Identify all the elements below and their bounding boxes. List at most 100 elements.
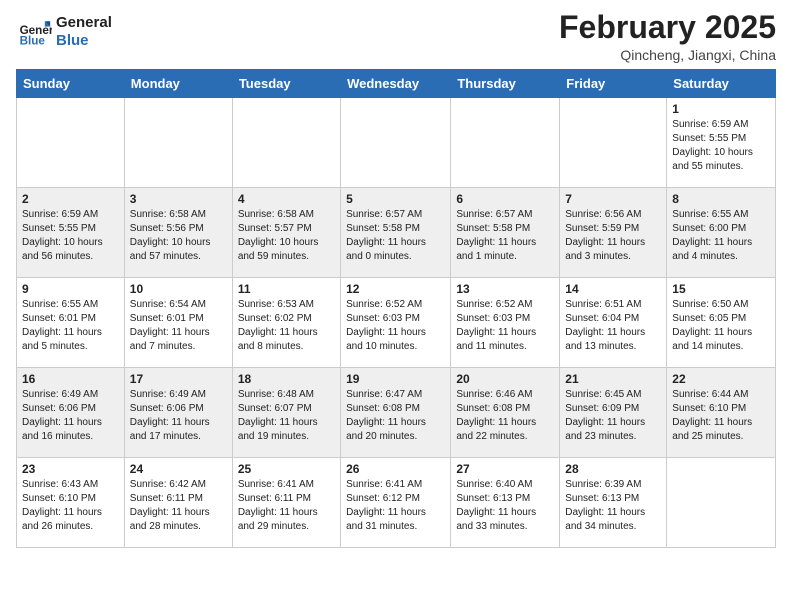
day-info: Sunrise: 6:58 AM Sunset: 5:57 PM Dayligh… [238,208,335,264]
calendar-cell: 23 Sunrise: 6:43 AM Sunset: 6:10 PM Dayli… [17,458,125,548]
day-number: 11 [238,282,335,296]
calendar-cell: 10 Sunrise: 6:54 AM Sunset: 6:01 PM Dayli… [124,278,232,368]
calendar-cell: 13 Sunrise: 6:52 AM Sunset: 6:03 PM Dayli… [451,278,560,368]
header: General Blue General Blue February 2025 … [16,10,776,63]
calendar-cell [124,98,232,188]
svg-text:Blue: Blue [20,35,46,48]
calendar-cell: 14Sunrise: 6:51 AM Sunset: 6:04 PM Dayli… [560,278,667,368]
day-number: 24 [130,462,227,476]
day-number: 5 [346,192,445,206]
weekday-header: Friday [560,70,667,98]
calendar-week-row: 1Sunrise: 6:59 AM Sunset: 5:55 PM Daylig… [17,98,776,188]
weekday-header: Thursday [451,70,560,98]
day-info: Sunrise: 6:49 AM Sunset: 6:06 PM Dayligh… [130,388,227,444]
calendar-cell: 5Sunrise: 6:57 AM Sunset: 5:58 PM Daylig… [341,188,451,278]
calendar-cell: 28 Sunrise: 6:39 AM Sunset: 6:13 PM Dayli… [560,458,667,548]
calendar-cell: 17 Sunrise: 6:49 AM Sunset: 6:06 PM Dayli… [124,368,232,458]
calendar-cell: 26 Sunrise: 6:41 AM Sunset: 6:12 PM Dayli… [341,458,451,548]
day-number: 9 [22,282,119,296]
calendar-cell: 19Sunrise: 6:47 AM Sunset: 6:08 PM Dayli… [341,368,451,458]
day-info: Sunrise: 6:41 AM Sunset: 6:12 PM Dayligh… [346,478,445,534]
day-info: Sunrise: 6:57 AM Sunset: 5:58 PM Dayligh… [456,208,554,264]
calendar-cell [341,98,451,188]
day-number: 26 [346,462,445,476]
day-info: Sunrise: 6:44 AM Sunset: 6:10 PM Dayligh… [672,388,770,444]
logo-text: General Blue [56,14,112,50]
weekday-header: Tuesday [232,70,340,98]
month-title: February 2025 [559,10,776,45]
day-number: 1 [672,102,770,116]
calendar-week-row: 16 Sunrise: 6:49 AM Sunset: 6:06 PM Dayli… [17,368,776,458]
day-info: Sunrise: 6:46 AM Sunset: 6:08 PM Dayligh… [456,388,554,444]
day-info: Sunrise: 6:55 AM Sunset: 6:01 PM Dayligh… [22,298,119,354]
day-number: 28 [565,462,661,476]
calendar-cell: 20Sunrise: 6:46 AM Sunset: 6:08 PM Dayli… [451,368,560,458]
calendar-cell: 9 Sunrise: 6:55 AM Sunset: 6:01 PM Daylig… [17,278,125,368]
calendar-cell: 6 Sunrise: 6:57 AM Sunset: 5:58 PM Daylig… [451,188,560,278]
calendar-cell: 22 Sunrise: 6:44 AM Sunset: 6:10 PM Dayli… [667,368,776,458]
calendar-cell: 8 Sunrise: 6:55 AM Sunset: 6:00 PM Daylig… [667,188,776,278]
day-number: 8 [672,192,770,206]
day-number: 15 [672,282,770,296]
day-info: Sunrise: 6:47 AM Sunset: 6:08 PM Dayligh… [346,388,445,444]
day-info: Sunrise: 6:54 AM Sunset: 6:01 PM Dayligh… [130,298,227,354]
day-number: 13 [456,282,554,296]
day-info: Sunrise: 6:58 AM Sunset: 5:56 PM Dayligh… [130,208,227,264]
calendar-cell: 1Sunrise: 6:59 AM Sunset: 5:55 PM Daylig… [667,98,776,188]
calendar-cell [667,458,776,548]
calendar-cell: 16 Sunrise: 6:49 AM Sunset: 6:06 PM Dayli… [17,368,125,458]
day-info: Sunrise: 6:50 AM Sunset: 6:05 PM Dayligh… [672,298,770,354]
day-number: 7 [565,192,661,206]
day-number: 10 [130,282,227,296]
calendar-cell [451,98,560,188]
day-info: Sunrise: 6:53 AM Sunset: 6:02 PM Dayligh… [238,298,335,354]
day-info: Sunrise: 6:56 AM Sunset: 5:59 PM Dayligh… [565,208,661,264]
day-number: 25 [238,462,335,476]
calendar-cell: 27 Sunrise: 6:40 AM Sunset: 6:13 PM Dayli… [451,458,560,548]
day-number: 6 [456,192,554,206]
calendar-cell: 21 Sunrise: 6:45 AM Sunset: 6:09 PM Dayli… [560,368,667,458]
calendar-week-row: 9 Sunrise: 6:55 AM Sunset: 6:01 PM Daylig… [17,278,776,368]
day-info: Sunrise: 6:41 AM Sunset: 6:11 PM Dayligh… [238,478,335,534]
calendar-cell [560,98,667,188]
calendar-cell: 12 Sunrise: 6:52 AM Sunset: 6:03 PM Dayli… [341,278,451,368]
calendar-cell: 11 Sunrise: 6:53 AM Sunset: 6:02 PM Dayli… [232,278,340,368]
day-info: Sunrise: 6:45 AM Sunset: 6:09 PM Dayligh… [565,388,661,444]
day-number: 23 [22,462,119,476]
calendar-cell [232,98,340,188]
day-info: Sunrise: 6:49 AM Sunset: 6:06 PM Dayligh… [22,388,119,444]
day-info: Sunrise: 6:59 AM Sunset: 5:55 PM Dayligh… [22,208,119,264]
day-info: Sunrise: 6:43 AM Sunset: 6:10 PM Dayligh… [22,478,119,534]
day-number: 27 [456,462,554,476]
calendar-header-row: SundayMondayTuesdayWednesdayThursdayFrid… [17,70,776,98]
day-number: 2 [22,192,119,206]
day-info: Sunrise: 6:52 AM Sunset: 6:03 PM Dayligh… [456,298,554,354]
day-info: Sunrise: 6:39 AM Sunset: 6:13 PM Dayligh… [565,478,661,534]
calendar: SundayMondayTuesdayWednesdayThursdayFrid… [16,69,776,548]
weekday-header: Monday [124,70,232,98]
day-number: 16 [22,372,119,386]
logo: General Blue General Blue [16,14,112,50]
day-info: Sunrise: 6:55 AM Sunset: 6:00 PM Dayligh… [672,208,770,264]
title-block: February 2025 Qincheng, Jiangxi, China [559,10,776,63]
day-number: 12 [346,282,445,296]
day-info: Sunrise: 6:52 AM Sunset: 6:03 PM Dayligh… [346,298,445,354]
calendar-cell: 2 Sunrise: 6:59 AM Sunset: 5:55 PM Daylig… [17,188,125,278]
day-number: 17 [130,372,227,386]
weekday-header: Wednesday [341,70,451,98]
day-number: 3 [130,192,227,206]
day-number: 22 [672,372,770,386]
calendar-cell: 7 Sunrise: 6:56 AM Sunset: 5:59 PM Daylig… [560,188,667,278]
weekday-header: Saturday [667,70,776,98]
day-info: Sunrise: 6:42 AM Sunset: 6:11 PM Dayligh… [130,478,227,534]
calendar-week-row: 2 Sunrise: 6:59 AM Sunset: 5:55 PM Daylig… [17,188,776,278]
calendar-cell [17,98,125,188]
day-info: Sunrise: 6:40 AM Sunset: 6:13 PM Dayligh… [456,478,554,534]
day-number: 18 [238,372,335,386]
calendar-cell: 24 Sunrise: 6:42 AM Sunset: 6:11 PM Dayli… [124,458,232,548]
day-number: 14 [565,282,661,296]
calendar-cell: 18 Sunrise: 6:48 AM Sunset: 6:07 PM Dayli… [232,368,340,458]
day-number: 21 [565,372,661,386]
weekday-header: Sunday [17,70,125,98]
day-info: Sunrise: 6:48 AM Sunset: 6:07 PM Dayligh… [238,388,335,444]
